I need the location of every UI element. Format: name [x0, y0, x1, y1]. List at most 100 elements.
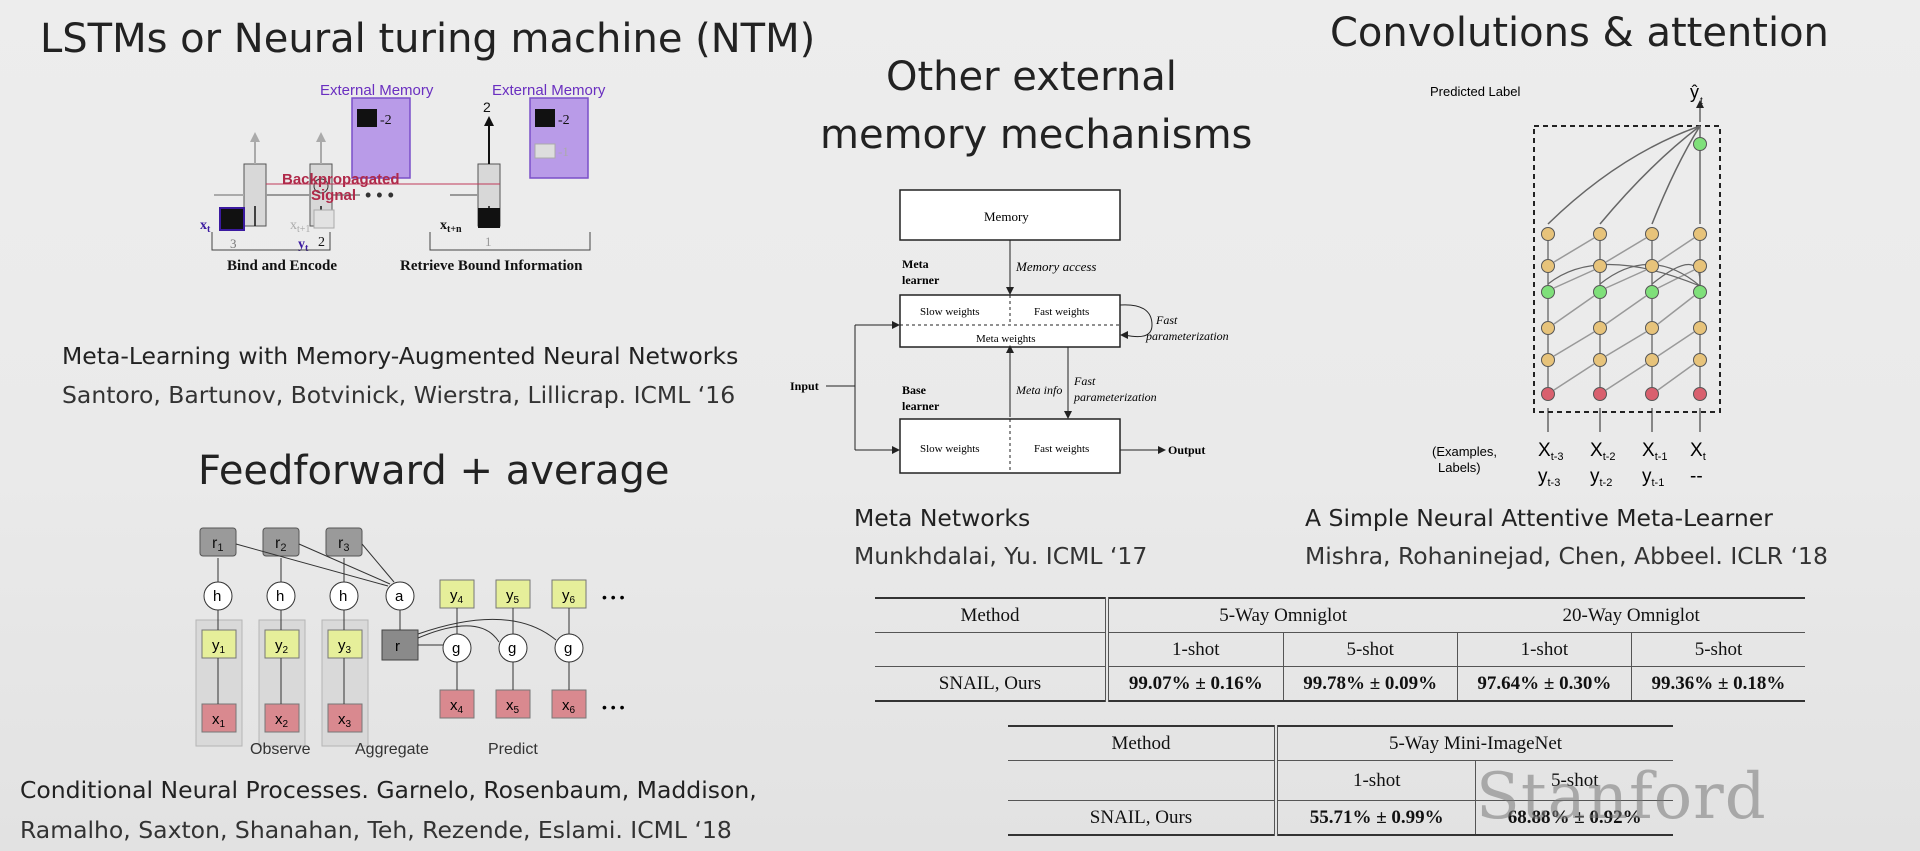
- snail-node: [1645, 285, 1659, 299]
- svg-text:xt+1: xt+1: [290, 218, 310, 235]
- memory-glyph-2: [535, 109, 555, 127]
- svg-text:r: r: [395, 638, 400, 655]
- snail-node: [1593, 227, 1607, 241]
- svg-text:xt+n: xt+n: [440, 218, 462, 235]
- memory-glyph-1: [357, 109, 377, 127]
- svg-text:learner: learner: [902, 399, 940, 413]
- svg-text:• • •: • • •: [602, 589, 625, 605]
- snail-x-label: Xt-3: [1538, 440, 1564, 463]
- bind-encode-label: Bind and Encode: [227, 258, 337, 274]
- svg-text:-2: -2: [380, 113, 392, 128]
- svg-text:1: 1: [485, 234, 492, 249]
- r-aggregate-node: [381, 629, 419, 661]
- snail-node: [1593, 353, 1607, 367]
- snail-y-label: yt-1: [1642, 466, 1664, 489]
- svg-text:Labels): Labels): [1438, 460, 1481, 475]
- svg-text:Fast weights: Fast weights: [1034, 443, 1089, 455]
- input-glyph-2: [313, 209, 335, 229]
- svg-text:2: 2: [483, 99, 491, 115]
- svg-text:Input: Input: [790, 379, 819, 393]
- snail-x-label: Xt-1: [1642, 440, 1668, 463]
- svg-text:h: h: [339, 588, 347, 605]
- snail-node: [1541, 387, 1555, 401]
- snail-y-label: yt-2: [1590, 466, 1612, 489]
- snail-node: [1541, 321, 1555, 335]
- snail-y-label: yt-3: [1538, 466, 1560, 489]
- snail-node: [1593, 321, 1607, 335]
- snail-y-label: --: [1690, 466, 1703, 487]
- snail-node: [1693, 227, 1707, 241]
- snail-node: [1593, 259, 1607, 273]
- snail-output-node: [1693, 137, 1707, 151]
- snail-node: [1645, 227, 1659, 241]
- snail-ref-authors: Mishra, Rohaninejad, Chen, Abbeel. ICLR …: [1305, 542, 1828, 570]
- retrieve-label: Retrieve Bound Information: [400, 258, 583, 274]
- external-memory-label-1: External Memory: [320, 84, 434, 99]
- svg-text:g: g: [508, 640, 516, 657]
- snail-node: [1541, 227, 1555, 241]
- svg-text:learner: learner: [902, 273, 940, 287]
- snail-node: [1541, 259, 1555, 273]
- snail-node: [1541, 353, 1555, 367]
- svg-text:yt: yt: [298, 237, 309, 254]
- svg-text:Fast: Fast: [1073, 374, 1096, 388]
- snail-node: [1693, 387, 1707, 401]
- svg-text:Fast: Fast: [1155, 313, 1178, 327]
- snail-node: [1541, 285, 1555, 299]
- svg-text:2: 2: [318, 235, 325, 250]
- svg-text:Slow weights: Slow weights: [920, 306, 980, 318]
- snail-x-label: Xt-2: [1590, 440, 1616, 463]
- svg-text:Fast weights: Fast weights: [1034, 306, 1089, 318]
- omniglot-table: Method 5-Way Omniglot 20-Way Omniglot 1-…: [875, 597, 1805, 702]
- svg-text:Meta: Meta: [902, 257, 929, 271]
- svg-text:g: g: [564, 640, 572, 657]
- input-glyph-1: [219, 207, 245, 231]
- snail-node: [1693, 285, 1707, 299]
- ffa-ref-line2: Ramalho, Saxton, Shanahan, Teh, Rezende,…: [20, 816, 732, 844]
- predicted-label: Predicted Label: [1430, 84, 1520, 99]
- observe-label: Observe: [250, 741, 311, 758]
- metanet-diagram: Memory Meta learner Memory access Slow w…: [790, 189, 1229, 474]
- svg-text:g: g: [452, 640, 460, 657]
- snail-diagram: Predicted Label ŷ t (Examples, Labels) X…: [1430, 82, 1721, 489]
- ffa-title: Feedforward + average: [198, 448, 670, 494]
- svg-text:Signal: Signal: [311, 187, 356, 204]
- snail-node: [1693, 259, 1707, 273]
- snail-node: [1593, 285, 1607, 299]
- ntm-diagram: External Memory -2 External Memory -2 -1…: [200, 84, 606, 274]
- svg-text:• • •: • • •: [602, 699, 625, 715]
- snail-node: [1593, 387, 1607, 401]
- svg-text:Output: Output: [1168, 443, 1205, 457]
- backprop-label: Backpropagated: [282, 171, 400, 188]
- svg-text:parameterization: parameterization: [1145, 329, 1229, 343]
- snail-node: [1645, 387, 1659, 401]
- predict-label: Predict: [488, 741, 538, 758]
- svg-text:3: 3: [230, 236, 237, 251]
- snail-ref-title: A Simple Neural Attentive Meta-Learner: [1305, 504, 1773, 532]
- svg-text:h: h: [276, 588, 284, 605]
- snail-nodes: [1541, 125, 1707, 401]
- metanet-ref-authors: Munkhdalai, Yu. ICML ‘17: [854, 542, 1148, 570]
- svg-text:Meta info: Meta info: [1015, 383, 1062, 397]
- ffa-ref-line1: Conditional Neural Processes. Garnelo, R…: [20, 776, 757, 804]
- svg-text:• • •: • • •: [365, 185, 394, 205]
- svg-text:-2: -2: [558, 113, 570, 128]
- svg-text:(Examples,: (Examples,: [1432, 444, 1497, 459]
- svg-text:ŷ: ŷ: [1690, 82, 1699, 102]
- snail-node: [1645, 353, 1659, 367]
- snail-node: [1645, 321, 1659, 335]
- ntm-ref-title: Meta-Learning with Memory-Augmented Neur…: [62, 342, 739, 370]
- ntm-ref-authors: Santoro, Bartunov, Botvinick, Wierstra, …: [62, 381, 736, 409]
- svg-text:Slow weights: Slow weights: [920, 443, 980, 455]
- svg-text:xt: xt: [200, 218, 211, 235]
- svg-text:Memory: Memory: [984, 209, 1029, 224]
- snail-x-label: Xt: [1690, 440, 1706, 463]
- other-title-line2: memory mechanisms: [820, 112, 1253, 158]
- memory-glyph-3: [534, 143, 556, 159]
- svg-text:-1: -1: [558, 144, 569, 159]
- snail-title: Convolutions & attention: [1330, 10, 1829, 56]
- snail-inputs: Xt-3 yt-3 Xt-2 yt-2 Xt-1 yt-1 Xt --: [1538, 408, 1706, 489]
- ffa-diagram: r1 r2 r3 h h h a y1 y2 y3 x1 x2 x3 r y4 …: [195, 527, 625, 758]
- snail-node: [1693, 353, 1707, 367]
- aggregate-label: Aggregate: [355, 741, 429, 758]
